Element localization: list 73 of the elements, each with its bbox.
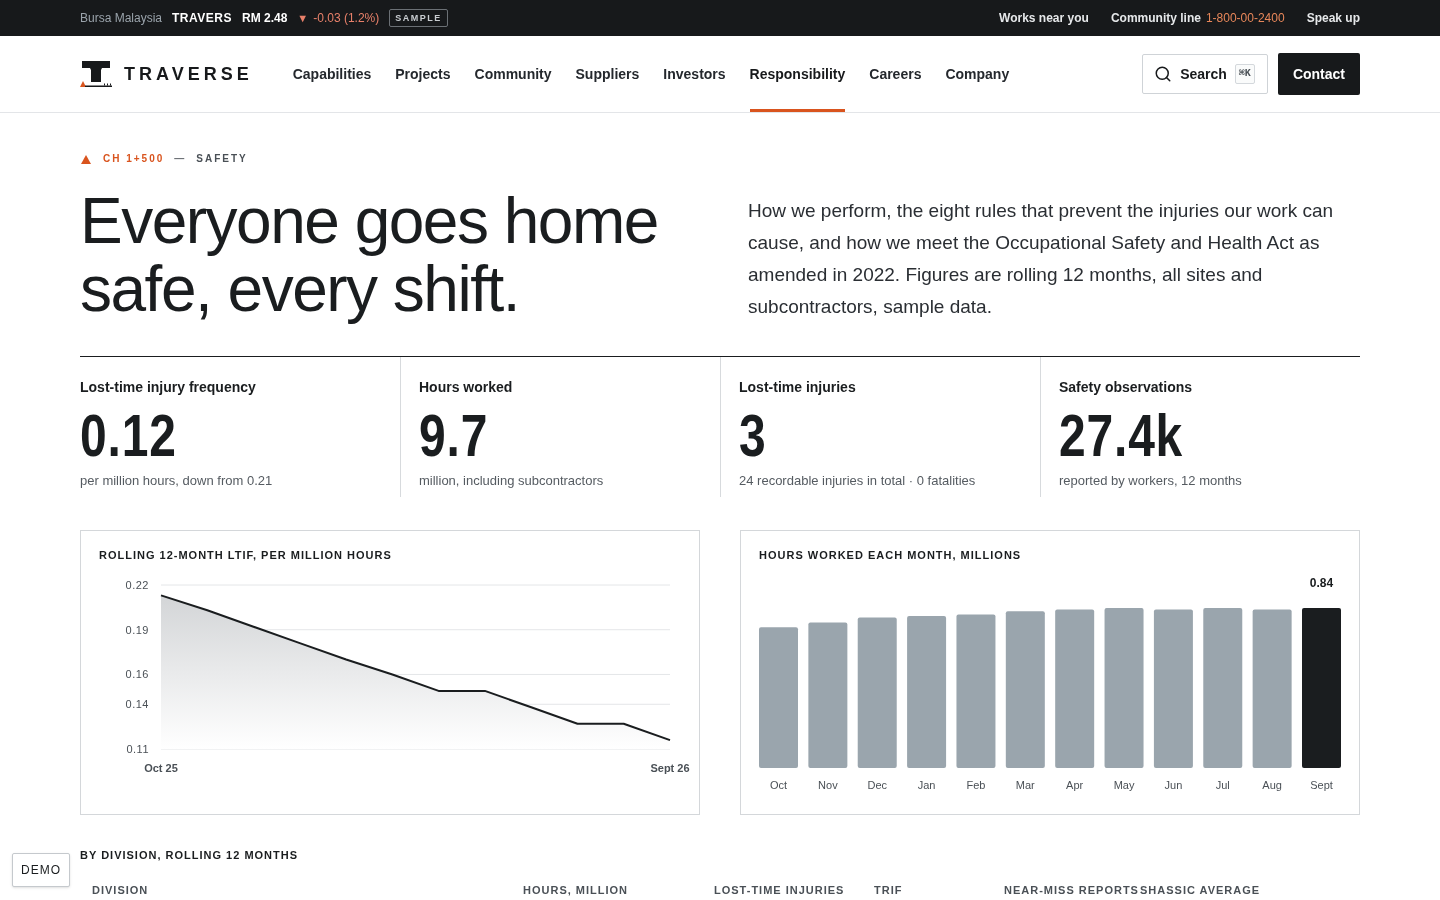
y-axis-label: 0.19 [125,623,149,636]
ticker-symbol: TRAVERS [172,10,232,27]
nav-link[interactable]: Investors [663,36,726,112]
share-price: RM 2.48 [242,10,288,27]
value-label: 0.84 [1309,576,1334,590]
brand-name: TRAVERSE [124,62,253,86]
nav-link[interactable]: Careers [869,36,922,112]
search-icon [1154,65,1173,83]
table-title: BY DIVISION, ROLLING 12 MONTHS [80,848,299,863]
stat-value: 0.12 [80,406,177,466]
demo-button[interactable]: DEMO [12,853,70,887]
nav-link[interactable]: Suppliers [575,36,640,112]
stat-label: Lost-time injuries [739,378,856,397]
y-axis-label: 0.11 [126,743,149,755]
x-axis-label: Mar [1015,779,1035,791]
column-header: TRIF [874,883,903,898]
stat-note: million, including subcontractors [419,472,604,490]
chart-title: HOURS WORKED EACH MONTH, MILLIONS [759,548,1022,563]
nav-link[interactable]: Projects [395,36,451,112]
column-header: HOURS, MILLION [523,883,629,898]
x-axis-label: Dec [867,779,887,791]
section-code: CH 1+500 [103,153,165,165]
price-change: -0.03 (1.2%) [313,10,380,27]
stat-value: 3 [739,406,767,466]
top-link[interactable]: Works near you [999,9,1089,27]
x-axis-label: Nov [818,779,838,791]
y-axis-label: 0.14 [125,698,149,711]
intro-paragraph: How we perform, the eight rules that prevent the injuries our work can cause, and how we meet the Occupational Safety and Health Act as amended in 2022. Figures are rolling 12 months, all sites and subcontractors, sample data. [748,199,1335,319]
triangle-icon [81,154,91,164]
x-axis-label: Sept 26 [650,762,690,774]
sample-tag: SAMPLE [389,9,448,27]
top-link[interactable]: Speak up [1306,9,1360,27]
y-axis-label: 0.22 [125,579,149,591]
y-axis-label: 0.16 [125,668,149,681]
contact-button[interactable]: Contact [1277,53,1360,95]
stat-label: Safety observations [1059,378,1193,397]
stat-note: 24 recordable injuries in total · 0 fatalities [739,472,976,490]
x-axis-label: Sept [1310,779,1333,791]
x-axis-label: Jun [1164,779,1183,791]
down-arrow-icon: ▼ [297,9,309,27]
nav-link[interactable]: Company [945,36,1010,112]
x-axis-label: May [1113,779,1135,791]
x-axis-label: Aug [1262,779,1282,791]
shortcut-key: ⌘K [1234,64,1255,84]
search-button[interactable]: Search ⌘K [1142,54,1268,94]
phone-link[interactable]: 1-800-00-2400 [1205,9,1285,27]
nav-link[interactable]: Capabilities [292,36,372,112]
x-axis-label: Apr [1066,779,1084,791]
column-header: LOST-TIME INJURIES [714,883,845,898]
brand-logo[interactable]: TRAVERSE [80,60,253,88]
separator: — [174,153,187,165]
chart-title: ROLLING 12-MONTH LTIF, PER MILLION HOURS [99,548,392,563]
x-axis-label: Jul [1215,779,1230,791]
stat-value: 9.7 [419,406,489,466]
nav-link[interactable]: Community [474,36,552,112]
hotline-label: Community line [1110,10,1201,27]
nav-link[interactable]: Responsibility [749,36,846,112]
stat-label: Lost-time injury frequency [80,378,256,397]
section-name: SAFETY [196,153,248,165]
x-axis-label: Oct [769,779,788,791]
x-axis-label: Jan [917,779,936,791]
column-header: SHASSIC AVERAGE [1140,883,1261,898]
stat-label: Hours worked [419,378,513,397]
x-axis-label: Feb [966,779,986,791]
logo-icon [80,60,112,88]
page-title: Everyone goes home safe, every shift. [80,187,659,323]
column-header: DIVISION [92,883,149,898]
column-header: NEAR-MISS REPORTS [1004,883,1139,898]
exchange-name: Bursa Malaysia [80,10,163,27]
stat-value: 27.4k [1059,406,1184,466]
x-axis-label: Oct 25 [144,762,178,774]
stat-note: reported by workers, 12 months [1059,472,1242,490]
stat-note: per million hours, down from 0.21 [80,472,273,490]
